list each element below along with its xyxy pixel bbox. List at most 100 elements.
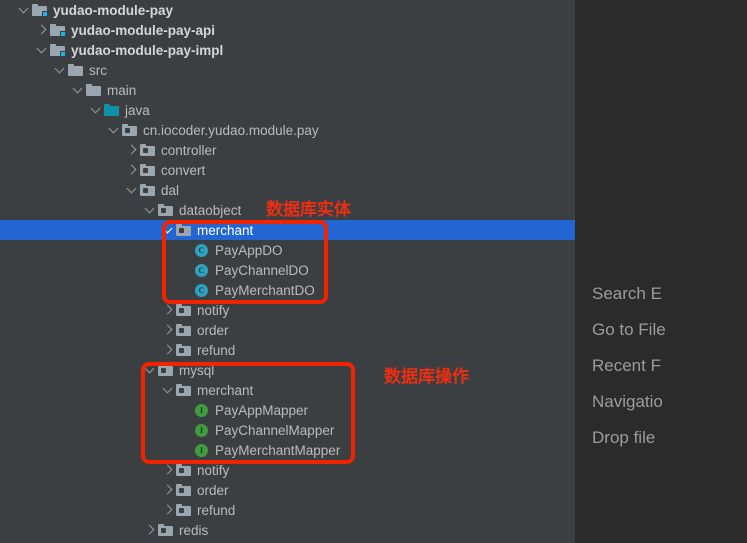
package-icon xyxy=(157,520,175,540)
tree-row[interactable]: C PayAppDO xyxy=(0,240,575,260)
chevron-down-icon[interactable] xyxy=(54,60,67,80)
chevron-right-icon[interactable] xyxy=(162,460,175,480)
ide-window: Search E Go to File Recent F Navigatio Drop … xyxy=(0,0,747,543)
tree-row[interactable]: order xyxy=(0,480,575,500)
tree-row[interactable]: notify xyxy=(0,300,575,320)
tree-row[interactable]: order xyxy=(0,320,575,340)
tree-row-label: PayAppMapper xyxy=(215,402,309,418)
chevron-down-icon[interactable] xyxy=(108,120,121,140)
chevron-right-icon[interactable] xyxy=(144,520,157,540)
shortcut-hint: Go to File xyxy=(592,320,666,339)
tree-row[interactable]: refund xyxy=(0,500,575,520)
package-icon xyxy=(175,340,193,360)
tree-row-label: dal xyxy=(161,182,180,198)
tree-row[interactable]: yudao-module-pay xyxy=(0,0,575,20)
tree-row[interactable]: I PayChannelMapper xyxy=(0,420,575,440)
chevron-down-icon[interactable] xyxy=(162,220,175,240)
tree-row-label: PayAppDO xyxy=(215,242,283,258)
chevron-right-icon[interactable] xyxy=(162,300,175,320)
tree-row[interactable]: notify xyxy=(0,460,575,480)
tree-row-label: src xyxy=(89,62,107,78)
package-icon xyxy=(139,140,157,160)
package-icon xyxy=(139,180,157,200)
folder-icon xyxy=(85,80,103,100)
tree-row[interactable]: merchant xyxy=(0,380,575,400)
tree-row-label: cn.iocoder.yudao.module.pay xyxy=(143,122,319,138)
tree-row-label: yudao-module-pay-impl xyxy=(71,42,224,58)
tree-row[interactable]: C PayMerchantDO xyxy=(0,280,575,300)
package-icon xyxy=(175,220,193,240)
chevron-down-icon[interactable] xyxy=(18,0,31,20)
module-folder-icon xyxy=(49,40,67,60)
shortcut-hint: Search E xyxy=(592,284,662,303)
package-icon xyxy=(175,500,193,520)
package-icon xyxy=(139,160,157,180)
folder-icon xyxy=(67,60,85,80)
chevron-right-icon[interactable] xyxy=(162,480,175,500)
tree-row-label: yudao-module-pay-api xyxy=(71,22,216,38)
package-icon xyxy=(175,300,193,320)
tree-row[interactable]: yudao-module-pay-api xyxy=(0,20,575,40)
tree-row[interactable]: refund xyxy=(0,340,575,360)
tree-row[interactable]: mysql xyxy=(0,360,575,380)
chevron-right-icon[interactable] xyxy=(162,340,175,360)
chevron-down-icon[interactable] xyxy=(90,100,103,120)
tree-row[interactable]: I PayAppMapper xyxy=(0,400,575,420)
tree-row[interactable]: convert xyxy=(0,160,575,180)
chevron-right-icon[interactable] xyxy=(162,320,175,340)
java-interface-icon: I xyxy=(193,440,211,460)
java-class-icon: C xyxy=(193,280,211,300)
tree-row[interactable]: merchant xyxy=(0,220,575,240)
chevron-down-icon[interactable] xyxy=(144,360,157,380)
tree-row-label: merchant xyxy=(197,222,254,238)
chevron-right-icon[interactable] xyxy=(36,20,49,40)
chevron-right-icon[interactable] xyxy=(126,160,139,180)
tree-row[interactable]: yudao-module-pay-impl xyxy=(0,40,575,60)
project-tree-panel[interactable]: yudao-module-pay yudao-module-pay-api yuda… xyxy=(0,0,575,543)
tree-row[interactable]: src xyxy=(0,60,575,80)
tree-row[interactable]: main xyxy=(0,80,575,100)
shortcut-hints-list: Search E Go to File Recent F Navigatio Drop … xyxy=(575,276,747,456)
annotation-label: 数据库实体 xyxy=(266,200,351,220)
java-class-icon: C xyxy=(193,240,211,260)
package-icon xyxy=(121,120,139,140)
tree-row[interactable]: C PayChannelDO xyxy=(0,260,575,280)
chevron-down-icon[interactable] xyxy=(126,180,139,200)
chevron-down-icon[interactable] xyxy=(162,380,175,400)
module-folder-icon xyxy=(49,20,67,40)
tree-row-label: main xyxy=(107,82,137,98)
tree-row[interactable]: cn.iocoder.yudao.module.pay xyxy=(0,120,575,140)
tree-row-label: order xyxy=(197,482,229,498)
chevron-right-icon[interactable] xyxy=(126,140,139,160)
chevron-down-icon[interactable] xyxy=(144,200,157,220)
tree-row[interactable]: controller xyxy=(0,140,575,160)
chevron-down-icon[interactable] xyxy=(72,80,85,100)
tree-row[interactable]: redis xyxy=(0,520,575,540)
chevron-down-icon[interactable] xyxy=(36,40,49,60)
package-icon xyxy=(157,360,175,380)
package-icon xyxy=(175,380,193,400)
chevron-right-icon[interactable] xyxy=(162,500,175,520)
shortcut-hint: Navigatio xyxy=(592,392,663,411)
tree-row-label: PayMerchantMapper xyxy=(215,442,341,458)
shortcut-hint: Drop file xyxy=(592,428,656,447)
editor-empty-area: Search E Go to File Recent F Navigatio Drop … xyxy=(575,0,747,543)
tree-row-label: PayChannelDO xyxy=(215,262,309,278)
module-folder-icon xyxy=(31,0,49,20)
tree-row-label: controller xyxy=(161,142,217,158)
tree-row-label: notify xyxy=(197,302,230,318)
package-icon xyxy=(175,320,193,340)
tree-row-label: java xyxy=(125,102,150,118)
java-interface-icon: I xyxy=(193,400,211,420)
tree-row[interactable]: I PayMerchantMapper xyxy=(0,440,575,460)
tree-row[interactable]: java xyxy=(0,100,575,120)
tree-row-label: merchant xyxy=(197,382,254,398)
tree-row-label: refund xyxy=(197,502,236,518)
annotation-label: 数据库操作 xyxy=(384,367,469,387)
